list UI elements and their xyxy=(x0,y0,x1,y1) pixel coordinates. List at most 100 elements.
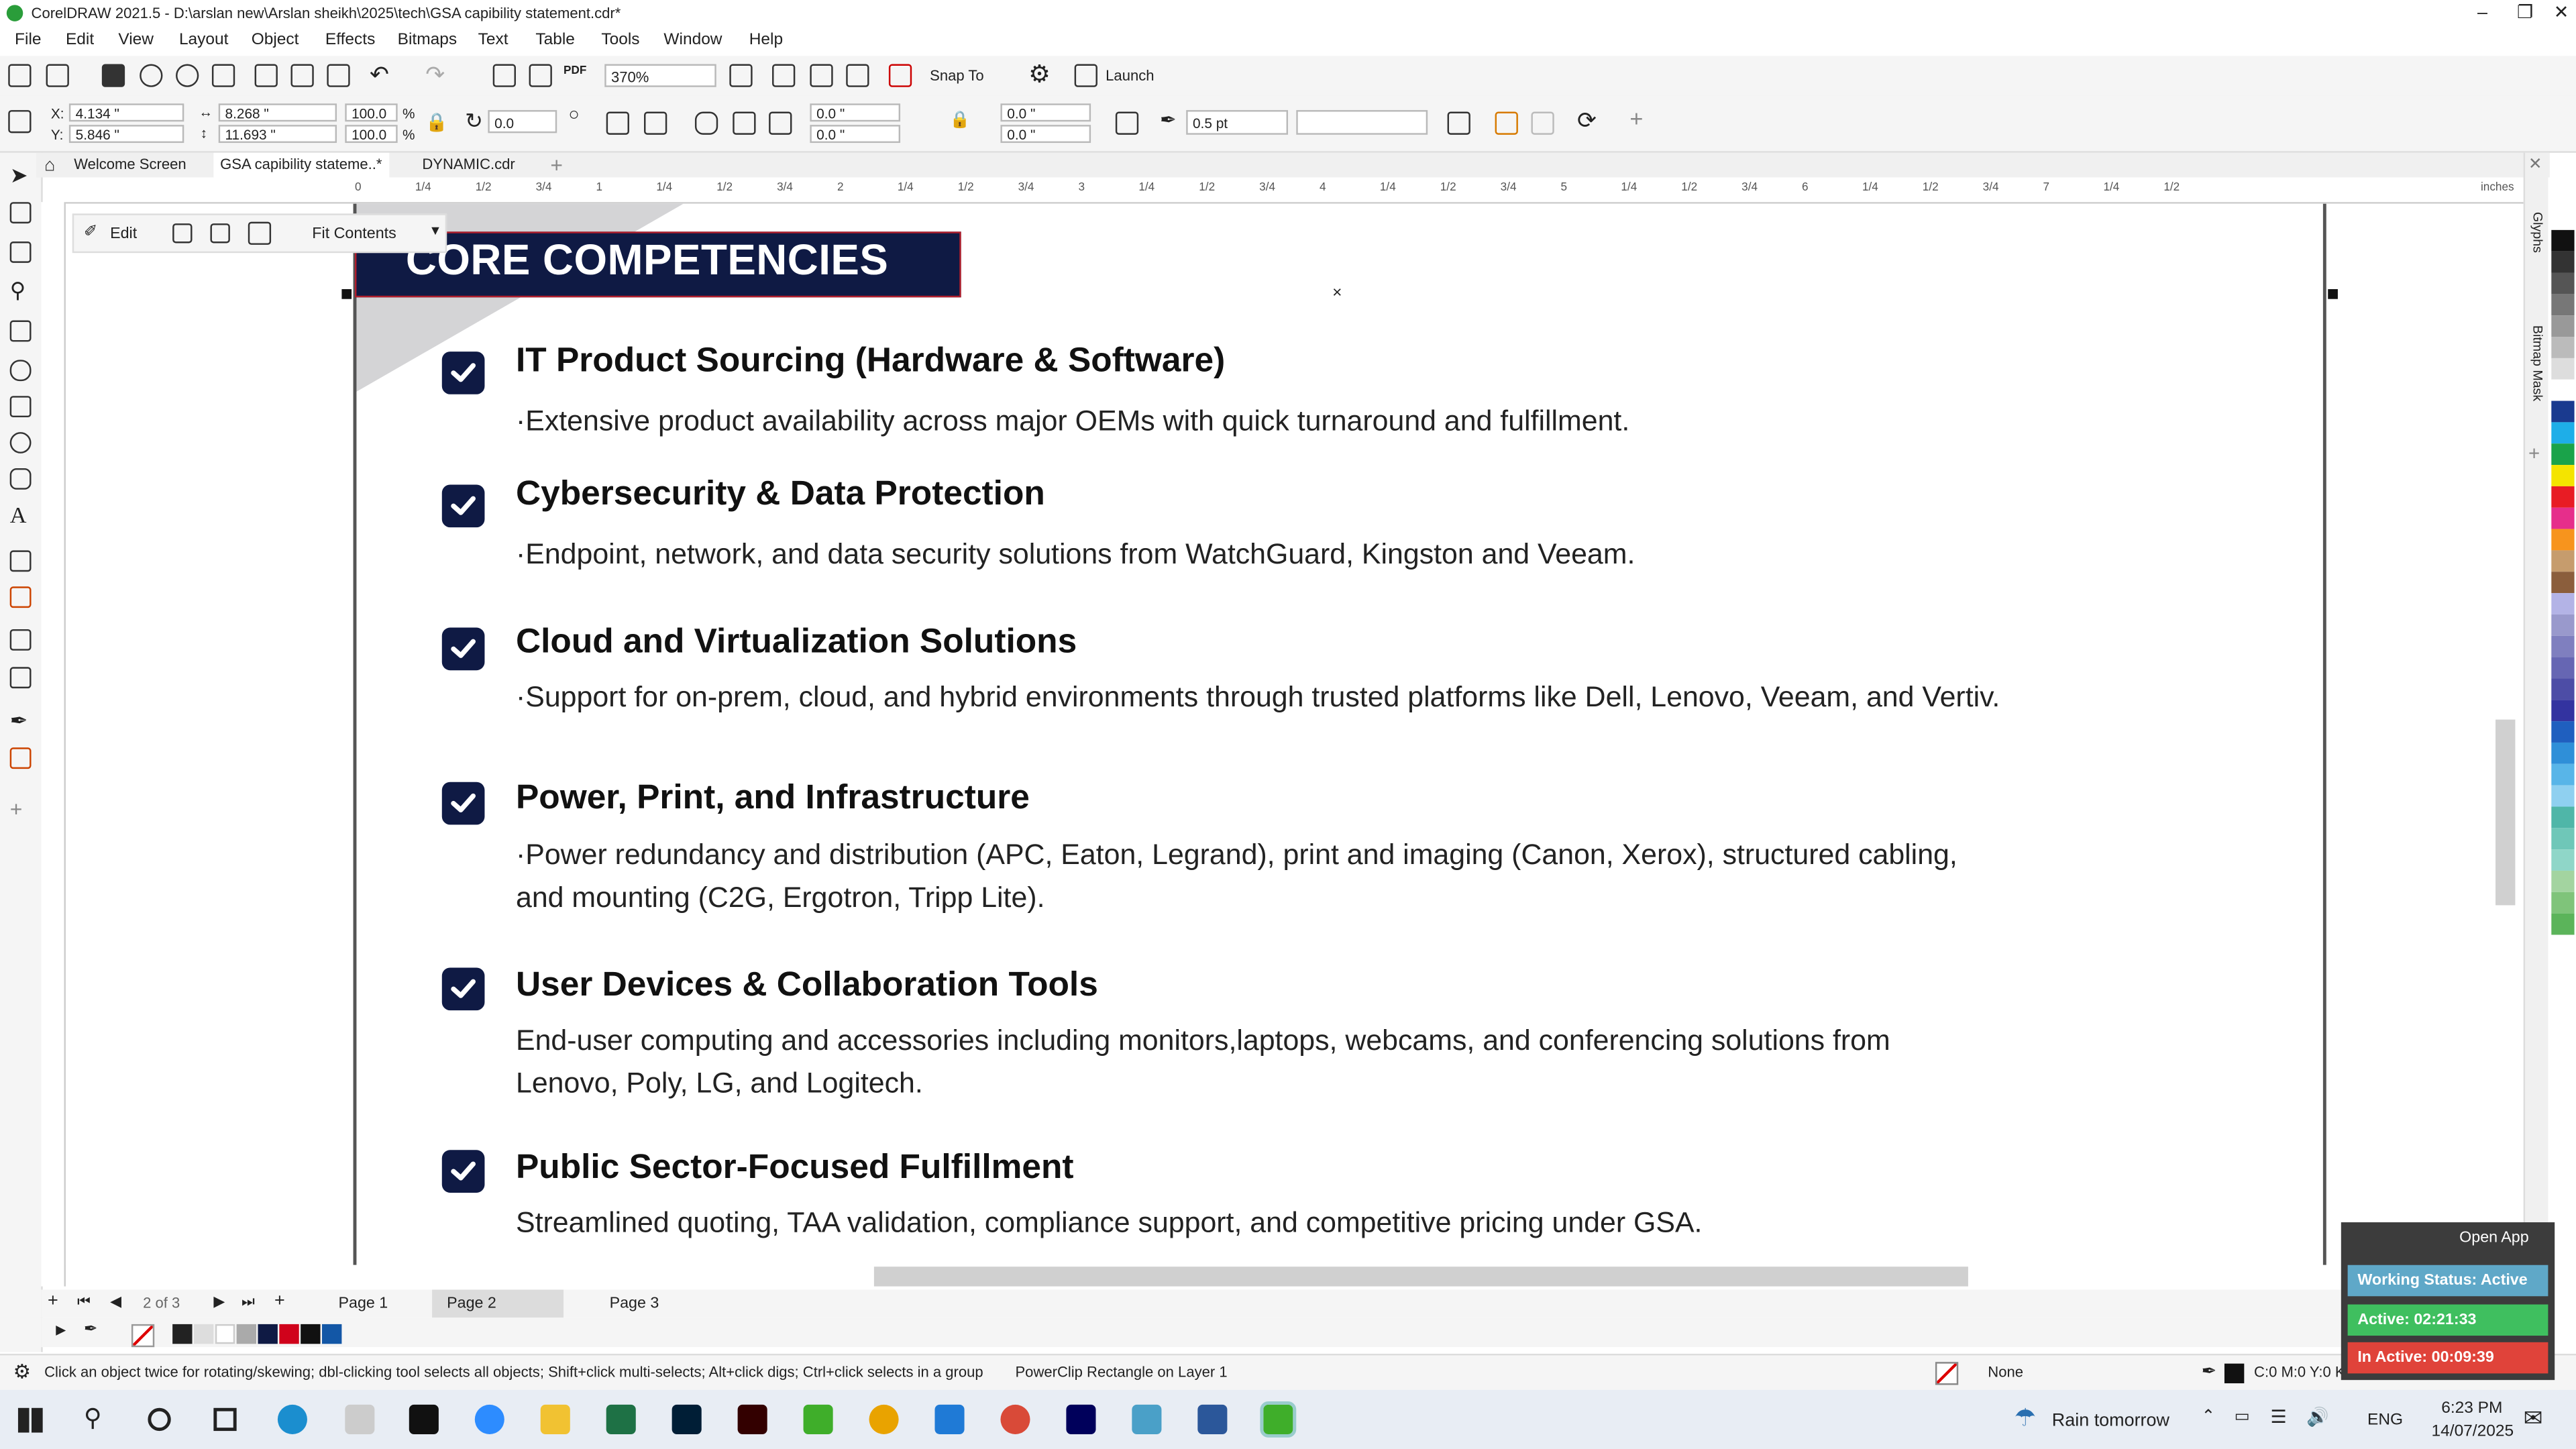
launch-icon[interactable] xyxy=(1074,64,1097,87)
drop-shadow-icon[interactable] xyxy=(9,629,32,651)
add-page-icon[interactable]: + xyxy=(48,1291,58,1311)
palette-swatch[interactable] xyxy=(2551,678,2575,700)
docker-close-icon[interactable]: ✕ xyxy=(2528,156,2542,174)
swatch-none[interactable] xyxy=(131,1324,155,1348)
height-field[interactable]: 11.693 " xyxy=(218,125,337,144)
palette-swatch[interactable] xyxy=(2551,785,2575,807)
menu-file[interactable]: File xyxy=(15,32,41,50)
palette-swatch[interactable] xyxy=(2551,763,2575,786)
palette-swatch[interactable] xyxy=(2551,593,2575,614)
item-description[interactable]: ·Extensive product availability across m… xyxy=(516,399,1629,442)
snap-off-icon[interactable] xyxy=(888,64,912,87)
search-icon[interactable]: ⚲ xyxy=(84,1403,102,1433)
zoom-level-field[interactable]: 370% xyxy=(604,64,716,87)
item-description[interactable]: Streamlined quoting, TAA validation, com… xyxy=(516,1201,1702,1244)
item-description-line2[interactable]: and mounting (C2G, Ergotron, Tripp Lite)… xyxy=(516,875,1045,918)
extract-contents-icon[interactable] xyxy=(210,223,230,244)
item-description-line2[interactable]: Lenovo, Poly, LG, and Logitech. xyxy=(516,1061,923,1104)
y-position-field[interactable]: 5.846 " xyxy=(68,125,184,144)
swatch-red[interactable] xyxy=(279,1324,299,1344)
menu-bitmaps[interactable]: Bitmaps xyxy=(398,32,457,50)
palette-swatch[interactable] xyxy=(2551,742,2575,764)
print-icon[interactable] xyxy=(211,64,235,87)
swatch-black-2[interactable] xyxy=(301,1324,321,1344)
item-title[interactable]: Cybersecurity & Data Protection xyxy=(516,475,1045,515)
settings-gear-icon[interactable]: ⚙ xyxy=(13,1360,31,1383)
word-icon[interactable] xyxy=(1197,1404,1228,1434)
guidelines-icon[interactable] xyxy=(846,64,869,87)
palette-swatch[interactable] xyxy=(2551,635,2575,657)
new-document-icon[interactable] xyxy=(8,64,32,87)
chevron-down-icon[interactable]: ▼ xyxy=(429,223,441,238)
scale-height-field[interactable]: 100.0 xyxy=(345,125,398,144)
next-page-icon[interactable]: ▶ xyxy=(213,1293,225,1311)
item-title[interactable]: IT Product Sourcing (Hardware & Software… xyxy=(516,341,1225,381)
menu-view[interactable]: View xyxy=(118,32,154,50)
item-description[interactable]: ·Endpoint, network, and data security so… xyxy=(516,532,1635,575)
app-icon[interactable] xyxy=(1132,1404,1162,1434)
lock-corners-icon[interactable]: 🔒 xyxy=(950,112,970,130)
rectangle-tool-icon[interactable] xyxy=(9,396,32,418)
palette-swatch[interactable] xyxy=(2551,486,2575,508)
to-front-icon[interactable] xyxy=(1495,111,1518,135)
palette-swatch[interactable] xyxy=(2551,721,2575,743)
horizontal-scrollbar[interactable] xyxy=(873,1267,1968,1287)
save-icon[interactable] xyxy=(101,64,125,87)
corner-radius-3-field[interactable]: 0.0 " xyxy=(1000,103,1091,122)
wifi-icon[interactable]: ☰ xyxy=(2271,1406,2287,1428)
swatch-gray[interactable] xyxy=(236,1324,257,1344)
terminal-icon[interactable] xyxy=(409,1404,439,1434)
last-page-icon[interactable]: ⏭ xyxy=(241,1293,255,1311)
rotation-angle-field[interactable]: 0.0 xyxy=(488,110,557,133)
bitmap-mask-docker-tab[interactable]: Bitmap Mask xyxy=(2530,325,2544,401)
menu-object[interactable]: Object xyxy=(252,32,299,50)
palette-swatch[interactable] xyxy=(2551,913,2575,935)
options-gear-icon[interactable]: ⚙ xyxy=(1028,59,1051,89)
undo-icon[interactable]: ↶ xyxy=(370,61,389,89)
premiere-icon[interactable] xyxy=(1066,1404,1096,1434)
first-page-icon[interactable]: ⏮ xyxy=(77,1293,91,1311)
crop-tool-icon[interactable] xyxy=(9,241,32,263)
ellipse-tool-icon[interactable] xyxy=(9,432,32,453)
transparency-icon[interactable] xyxy=(9,667,32,689)
swatch-blue[interactable] xyxy=(322,1324,342,1344)
palette-swatch[interactable] xyxy=(2551,507,2575,529)
palette-swatch[interactable] xyxy=(2551,572,2575,594)
cut-icon[interactable] xyxy=(254,64,278,87)
tray-display-icon[interactable]: ▭ xyxy=(2235,1408,2250,1426)
weather-text[interactable]: Rain tomorrow xyxy=(2052,1411,2169,1431)
tab-gsa-capability[interactable]: GSA capibility stateme..* xyxy=(213,152,389,178)
fit-contents-dropdown[interactable]: Fit Contents xyxy=(312,225,396,244)
drawing-canvas[interactable]: CORE COMPETENCIES × IT Product Sourcing … xyxy=(65,203,2522,1265)
scale-width-field[interactable]: 100.0 xyxy=(345,103,398,122)
artistic-media-icon[interactable] xyxy=(9,360,32,382)
new-tab-icon[interactable]: + xyxy=(550,153,563,178)
vscode-icon[interactable] xyxy=(934,1404,965,1434)
item-description[interactable]: End-user computing and accessories inclu… xyxy=(516,1018,1890,1061)
task-view-icon[interactable] xyxy=(213,1407,237,1432)
interactive-fill-icon[interactable] xyxy=(9,747,32,769)
page-tab-1[interactable]: Page 1 xyxy=(323,1289,402,1318)
outline-width-field[interactable]: 0.5 pt xyxy=(1186,110,1289,135)
photoshop-icon[interactable] xyxy=(672,1404,702,1434)
home-icon[interactable]: ⌂ xyxy=(44,156,55,176)
mirror-vertical-icon[interactable] xyxy=(644,111,667,135)
cloud-download-icon[interactable] xyxy=(176,64,199,87)
palette-swatch[interactable] xyxy=(2551,358,2575,380)
text-tool-icon[interactable]: A xyxy=(10,504,32,529)
palette-swatch[interactable] xyxy=(2551,294,2575,316)
prev-page-icon[interactable]: ◀ xyxy=(110,1293,121,1311)
full-screen-icon[interactable] xyxy=(772,64,796,87)
item-title[interactable]: User Devices & Collaboration Tools xyxy=(516,966,1098,1006)
menu-table[interactable]: Table xyxy=(535,32,575,50)
palette-swatch[interactable] xyxy=(2551,229,2575,252)
mirror-horizontal-icon[interactable] xyxy=(606,111,629,135)
palette-swatch[interactable] xyxy=(2551,315,2575,337)
glyphs-docker-tab[interactable]: Glyphs xyxy=(2530,212,2544,253)
zoom-tool-icon[interactable]: ⚲ xyxy=(10,278,32,303)
chrome-profile-icon[interactable] xyxy=(1000,1404,1030,1434)
select-contents-icon[interactable] xyxy=(172,223,193,244)
copy-icon[interactable] xyxy=(290,64,314,87)
tab-dynamic[interactable]: DYNAMIC.cdr xyxy=(416,153,522,178)
corner-radius-2-field[interactable]: 0.0 " xyxy=(810,125,901,144)
